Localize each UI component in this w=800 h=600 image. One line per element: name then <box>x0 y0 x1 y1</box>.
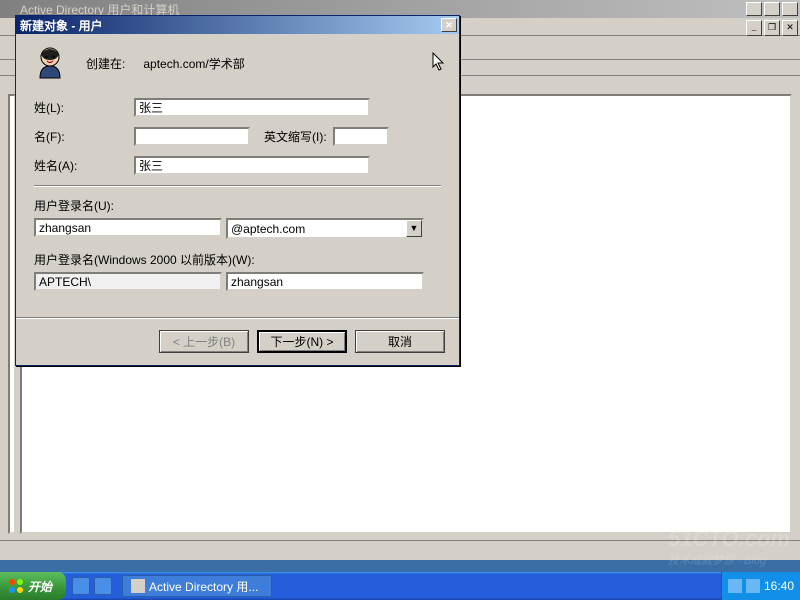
back-button[interactable]: < 上一步(B) <box>159 330 249 353</box>
start-button[interactable]: 开始 <box>0 572 66 600</box>
created-in-path: aptech.com/学术部 <box>143 55 244 72</box>
surname-input[interactable] <box>134 98 370 117</box>
mdi-close-button[interactable]: ✕ <box>782 20 798 36</box>
minimize-button[interactable]: _ <box>746 2 762 16</box>
maximize-button[interactable]: ❐ <box>764 2 780 16</box>
created-in-label: 创建在: <box>86 55 125 72</box>
system-tray[interactable]: 16:40 <box>721 572 800 600</box>
next-button[interactable]: 下一步(N) > <box>257 330 347 353</box>
start-label: 开始 <box>28 578 52 595</box>
given-name-label: 名(F): <box>34 128 134 145</box>
dialog-button-row: < 上一步(B) 下一步(N) > 取消 <box>16 317 459 365</box>
dialog-titlebar[interactable]: 新建对象 - 用户 ✕ <box>16 16 459 34</box>
pre2000-prefix: APTECH\ <box>34 272 222 291</box>
dialog-title: 新建对象 - 用户 <box>18 17 439 34</box>
fullname-label: 姓名(A): <box>34 157 134 174</box>
aduc-icon <box>131 579 145 593</box>
domain-combo-value: @aptech.com <box>228 222 406 236</box>
taskbar-item-aduc[interactable]: Active Directory 用... <box>122 575 272 597</box>
app-icon <box>2 2 16 16</box>
clock: 16:40 <box>764 579 794 593</box>
dialog-close-button[interactable]: ✕ <box>441 18 457 32</box>
windows-logo-icon <box>8 578 24 594</box>
domain-combo[interactable]: @aptech.com ▼ <box>226 218 424 239</box>
logon-name-input[interactable] <box>34 218 222 237</box>
surname-label: 姓(L): <box>34 99 134 116</box>
window-controls: _ ❐ ✕ <box>744 2 798 16</box>
new-user-dialog: 新建对象 - 用户 ✕ 创建在: aptech.com/学术部 姓(L): 名(… <box>15 15 460 366</box>
mdi-minimize-button[interactable]: _ <box>746 20 762 36</box>
initials-input[interactable] <box>333 127 389 146</box>
desktop-icon[interactable] <box>94 577 112 595</box>
tray-icon-2[interactable] <box>746 579 760 593</box>
secondary-window-controls: _ ❐ ✕ <box>744 20 798 36</box>
initials-label: 英文缩写(I): <box>264 128 327 145</box>
cancel-button[interactable]: 取消 <box>355 330 445 353</box>
fullname-input[interactable] <box>134 156 370 175</box>
divider <box>34 185 441 187</box>
logon-name-label: 用户登录名(U): <box>34 197 441 214</box>
close-button[interactable]: ✕ <box>782 2 798 16</box>
pre2000-input[interactable] <box>226 272 424 291</box>
chevron-down-icon[interactable]: ▼ <box>406 220 422 237</box>
tray-icon-1[interactable] <box>728 579 742 593</box>
quick-launch <box>66 577 118 595</box>
mdi-restore-button[interactable]: ❐ <box>764 20 780 36</box>
user-head-icon <box>34 46 66 80</box>
taskbar: 开始 Active Directory 用... 16:40 <box>0 572 800 600</box>
dialog-body: 创建在: aptech.com/学术部 姓(L): 名(F): 英文缩写(I):… <box>16 34 459 317</box>
ie-icon[interactable] <box>72 577 90 595</box>
taskbar-item-label: Active Directory 用... <box>149 578 258 595</box>
pre2000-label: 用户登录名(Windows 2000 以前版本)(W): <box>34 251 441 268</box>
given-name-input[interactable] <box>134 127 250 146</box>
status-bar <box>0 540 800 560</box>
